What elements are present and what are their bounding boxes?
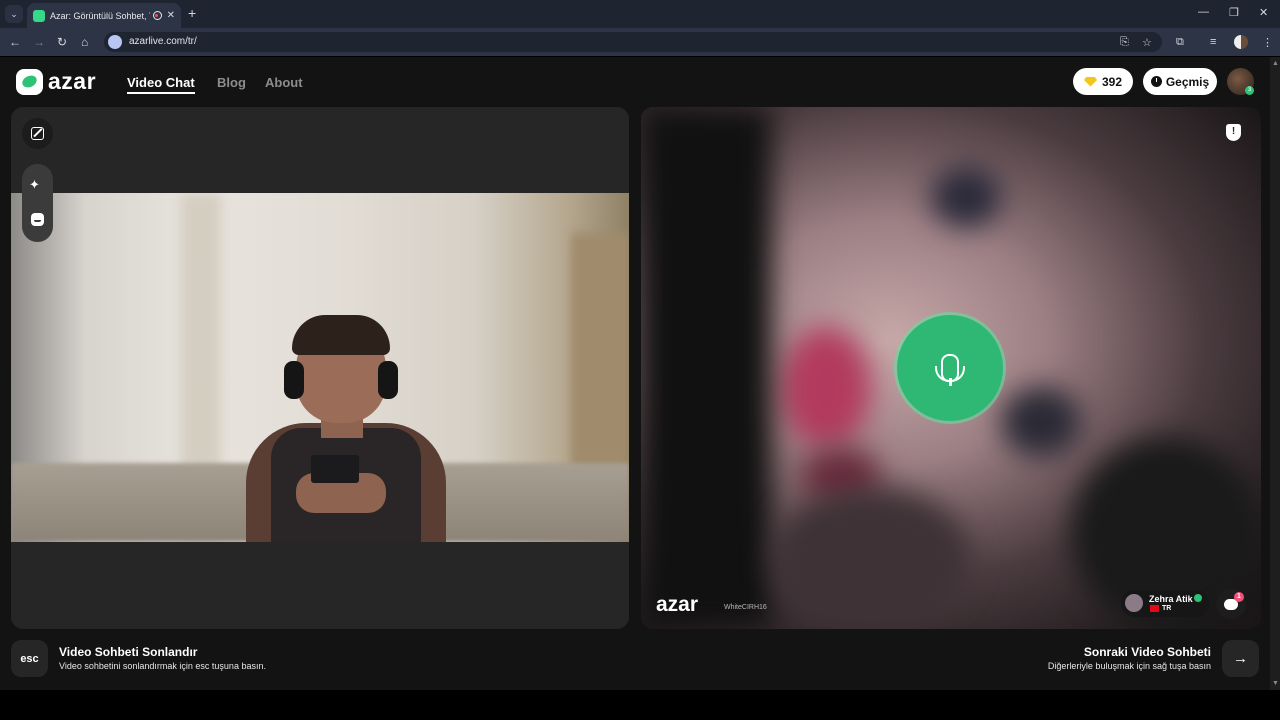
watermark-logo: azar [656, 593, 699, 616]
peer-country: TR [1162, 605, 1172, 612]
history-label: Geçmiş [1165, 74, 1210, 89]
minimize-icon[interactable]: — [1198, 6, 1209, 18]
next-chat-subtitle: Diğerleriyle buluşmak için sağ tuşa bası… [1047, 661, 1211, 671]
end-chat-button[interactable]: esc [11, 640, 48, 677]
next-chat-title: Sonraki Video Sohbeti [1083, 645, 1211, 659]
scrollbar[interactable] [1270, 57, 1280, 690]
sparkle-icon[interactable]: ✦ [29, 177, 40, 193]
site-info-icon[interactable] [108, 35, 122, 49]
azar-logo-icon[interactable] [16, 69, 43, 95]
bottom-area [0, 690, 1280, 720]
gem-count: 392 [1101, 74, 1123, 89]
logo-text[interactable]: azar [48, 68, 96, 95]
avatar-badge: 3 [1245, 86, 1254, 95]
close-icon[interactable]: ✕ [167, 10, 175, 21]
peer-name: Zehra Atik [1149, 594, 1193, 604]
nav-active-underline [127, 92, 195, 94]
self-camera-feed [11, 193, 629, 542]
browser-tab[interactable]: Azar: Görüntülü Sohbet, Ye ✕ [27, 3, 181, 28]
esc-key-label: esc [20, 652, 39, 665]
chat-badge: 1 [1234, 592, 1244, 602]
browser-tab-bar: ⌄ Azar: Görüntülü Sohbet, Ye ✕ + — ❐ ✕ [0, 0, 1280, 28]
effects-toolbar [22, 164, 53, 242]
expand-icon [31, 127, 44, 140]
mic-button[interactable] [897, 315, 1003, 421]
media-icon[interactable]: ≡ [1210, 36, 1216, 48]
history-button[interactable]: Geçmiş [1143, 68, 1217, 95]
end-chat-title: Video Sohbeti Sonlandır [59, 645, 198, 659]
star-icon[interactable]: ☆ [1142, 36, 1152, 49]
nav-about[interactable]: About [265, 75, 303, 90]
nav-video-chat[interactable]: Video Chat [127, 75, 195, 90]
scroll-down-icon[interactable]: ▼ [1272, 680, 1279, 687]
restore-icon[interactable]: ❐ [1229, 6, 1239, 19]
report-shield-icon[interactable]: ! [1226, 124, 1241, 141]
peer-avatar[interactable] [1125, 594, 1143, 612]
microphone-stem [949, 378, 952, 386]
plus-icon[interactable]: + [188, 5, 196, 21]
watermark-id: WhiteCIRH16 [724, 604, 767, 611]
profile-icon[interactable] [1234, 35, 1248, 49]
verified-icon [1194, 594, 1202, 602]
expand-button[interactable] [22, 118, 53, 149]
recording-icon [152, 11, 162, 20]
next-chat-button[interactable]: → [1222, 640, 1259, 677]
self-person-image [226, 313, 466, 542]
end-chat-subtitle: Video sohbetini sonlandırmak için esc tu… [59, 661, 266, 671]
home-icon[interactable]: ⌂ [81, 35, 88, 49]
extensions-icon[interactable]: ⧉ [1176, 36, 1184, 49]
azar-favicon-icon [33, 9, 45, 22]
tab-title: Azar: Görüntülü Sohbet, Ye [50, 10, 150, 21]
install-icon[interactable]: ⎘ [1120, 36, 1129, 49]
url-text[interactable]: azarlive.com/tr/ [129, 36, 197, 47]
back-icon[interactable]: ← [9, 35, 21, 49]
nav-blog[interactable]: Blog [217, 75, 246, 90]
self-video-panel [11, 107, 629, 629]
face-filter-icon[interactable] [31, 213, 44, 226]
address-bar[interactable] [104, 32, 1162, 52]
turkey-flag-icon [1150, 605, 1159, 612]
arrow-right-icon: → [1233, 650, 1248, 667]
reload-icon[interactable]: ↻ [57, 35, 67, 49]
gems-button[interactable]: 392 [1073, 68, 1133, 95]
tab-list-icon[interactable]: ⌄ [5, 5, 23, 23]
close-window-icon[interactable]: ✕ [1259, 6, 1268, 19]
gem-icon [1083, 76, 1097, 87]
scroll-up-icon[interactable]: ▲ [1272, 60, 1279, 67]
clock-icon [1150, 76, 1162, 87]
forward-icon[interactable]: → [33, 35, 45, 49]
menu-icon[interactable]: ⋮ [1262, 36, 1273, 49]
